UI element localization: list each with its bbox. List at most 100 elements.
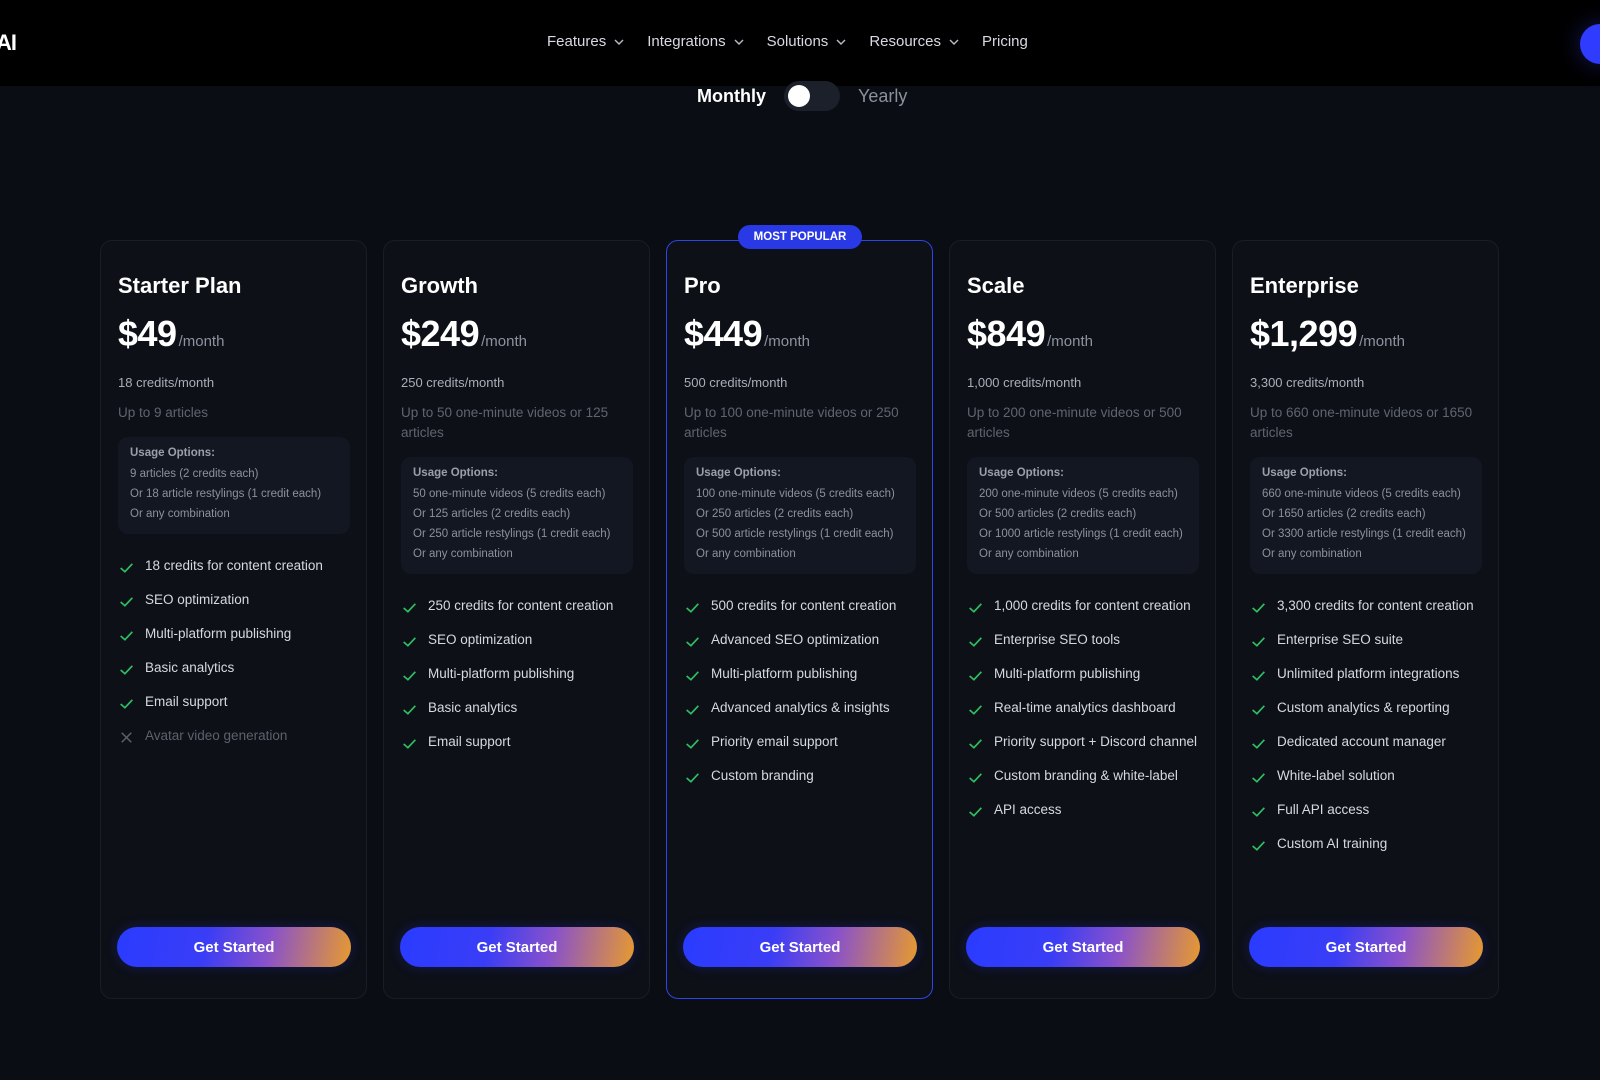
feature-item: Unlimited platform integrations (1250, 664, 1482, 684)
feature-text: Email support (428, 734, 511, 749)
chevron-down-icon (949, 39, 959, 45)
feature-text: Avatar video generation (145, 728, 288, 743)
check-icon (969, 739, 982, 749)
feature-item: Custom analytics & reporting (1250, 698, 1482, 718)
usage-option: Or 1000 article restylings (1 credit eac… (979, 528, 1183, 540)
feature-text: Enterprise SEO tools (994, 632, 1121, 647)
plan-price: $849 (967, 313, 1046, 354)
chevron-down-icon (614, 39, 624, 45)
nav-item-label: Solutions (766, 33, 829, 50)
check-icon (120, 597, 133, 607)
feature-text: Multi-platform publishing (428, 666, 575, 681)
feature-text: 500 credits for content creation (711, 598, 897, 613)
price-row: $249 /month (401, 313, 633, 355)
nav-item-label: Features (547, 33, 607, 50)
check-icon (403, 705, 416, 715)
feature-item: Priority email support (684, 732, 916, 752)
feature-text: 18 credits for content creation (145, 558, 323, 573)
check-icon (969, 773, 982, 783)
main-nav: Features Integrations Solutions Resource… (547, 33, 1028, 50)
get-started-button[interactable]: Get Started (117, 927, 351, 967)
usage-option: 50 one-minute videos (5 credits each) (413, 488, 606, 500)
nav-item-label: Resources (869, 33, 942, 50)
logo[interactable]: AI (0, 30, 17, 56)
usage-option: Or any combination (696, 548, 796, 560)
monthly-label[interactable]: Monthly (697, 86, 766, 107)
check-icon (686, 739, 699, 749)
price-row: $849 /month (967, 313, 1199, 355)
get-started-button[interactable]: Get Started (966, 927, 1200, 967)
feature-text: Multi-platform publishing (711, 666, 858, 681)
feature-text: Advanced analytics & insights (711, 700, 890, 715)
feature-text: 1,000 credits for content creation (994, 598, 1191, 613)
feature-item: Multi-platform publishing (967, 664, 1199, 684)
check-icon (120, 631, 133, 641)
header-action-button[interactable] (1580, 24, 1600, 64)
plan-name: Enterprise (1250, 273, 1359, 298)
check-icon (1252, 739, 1265, 749)
get-started-button[interactable]: Get Started (1249, 927, 1483, 967)
feature-list: 1,000 credits for content creation Enter… (967, 596, 1199, 820)
usage-option: Or any combination (1262, 548, 1362, 560)
feature-text: SEO optimization (428, 632, 533, 647)
feature-item: Priority support + Discord channel (967, 732, 1199, 752)
plan-capacity: Up to 50 one-minute videos or 125 articl… (401, 405, 609, 440)
feature-text: Enterprise SEO suite (1277, 632, 1404, 647)
usage-option: 100 one-minute videos (5 credits each) (696, 488, 895, 500)
nav-item-pricing[interactable]: Pricing (982, 33, 1028, 50)
plan-card-starter: Starter Plan $49 /month 18 credits/month… (100, 240, 367, 999)
get-started-button[interactable]: Get Started (683, 927, 917, 967)
feature-text: Unlimited platform integrations (1277, 666, 1460, 681)
check-icon (686, 773, 699, 783)
feature-item: 500 credits for content creation (684, 596, 916, 616)
chevron-down-icon (836, 39, 846, 45)
nav-item-solutions[interactable]: Solutions (767, 33, 848, 50)
yearly-label[interactable]: Yearly (858, 86, 907, 107)
feature-text: Custom analytics & reporting (1277, 700, 1450, 715)
usage-option: Or 125 articles (2 credits each) (413, 508, 571, 520)
pricing-cards: Starter Plan $49 /month 18 credits/month… (100, 225, 1499, 999)
feature-item: Basic analytics (118, 658, 350, 678)
nav-item-features[interactable]: Features (547, 33, 625, 50)
plan-card-pro: MOST POPULAR Pro $449 /month 500 credits… (666, 225, 933, 999)
check-icon (969, 671, 982, 681)
plan-name: Starter Plan (118, 273, 242, 298)
feature-item: Full API access (1250, 800, 1482, 820)
feature-item: Enterprise SEO tools (967, 630, 1199, 650)
nav-item-integrations[interactable]: Integrations (647, 33, 744, 50)
plan-credits: 250 credits/month (401, 375, 505, 390)
feature-item-excluded: Avatar video generation (118, 726, 350, 746)
check-icon (686, 705, 699, 715)
plan-name: Pro (684, 273, 721, 298)
check-icon (1252, 671, 1265, 681)
usage-option: Or 3300 article restylings (1 credit eac… (1262, 528, 1466, 540)
usage-options-title: Usage Options: (979, 467, 1064, 479)
plan-capacity: Up to 100 one-minute videos or 250 artic… (684, 405, 899, 440)
billing-toggle[interactable] (784, 81, 840, 111)
usage-option: Or any combination (130, 508, 230, 520)
feature-text: Multi-platform publishing (994, 666, 1141, 681)
nav-item-label: Pricing (982, 33, 1028, 50)
usage-option: Or any combination (413, 548, 513, 560)
feature-item: White-label solution (1250, 766, 1482, 786)
usage-option: Or 500 article restylings (1 credit each… (696, 528, 894, 540)
feature-item: Basic analytics (401, 698, 633, 718)
check-icon (1252, 841, 1265, 851)
usage-options-title: Usage Options: (696, 467, 781, 479)
plan-price: $49 (118, 313, 177, 354)
usage-options-title: Usage Options: (1262, 467, 1347, 479)
check-icon (686, 671, 699, 681)
plan-credits: 3,300 credits/month (1250, 375, 1365, 390)
feature-text: Custom AI training (1277, 836, 1388, 851)
check-icon (403, 603, 416, 613)
top-navigation-bar: AI Features Integrations Solutions Resou… (0, 0, 1600, 86)
price-row: $1,299 /month (1250, 313, 1482, 355)
plan-price: $1,299 (1250, 313, 1358, 354)
check-icon (686, 603, 699, 613)
feature-item: Custom branding (684, 766, 916, 786)
nav-item-resources[interactable]: Resources (869, 33, 960, 50)
check-icon (969, 705, 982, 715)
feature-text: API access (994, 802, 1062, 817)
get-started-button[interactable]: Get Started (400, 927, 634, 967)
feature-text: Priority email support (711, 734, 838, 749)
